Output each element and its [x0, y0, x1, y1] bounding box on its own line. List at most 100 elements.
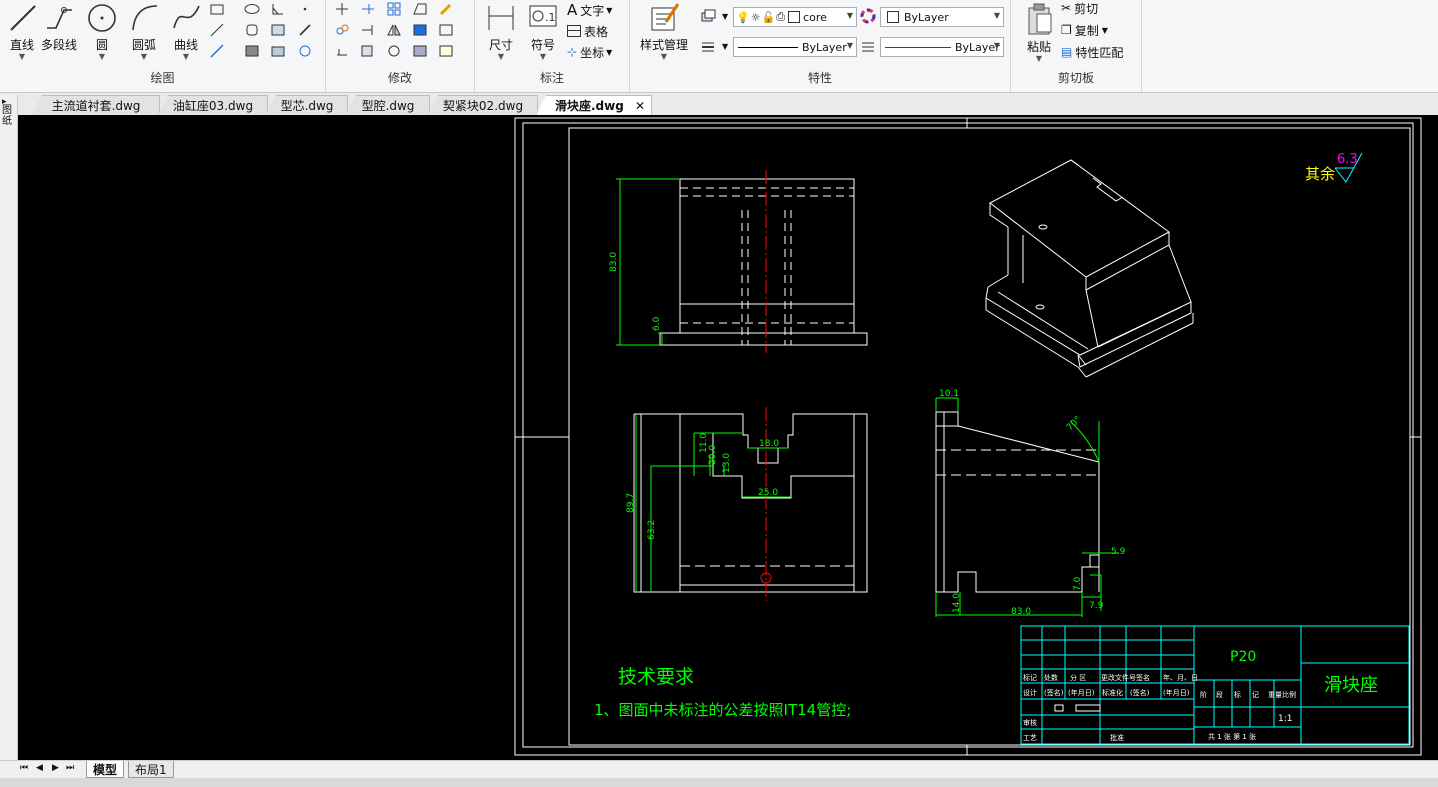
doc-tab[interactable]: 契紧块02.dwg [428, 95, 538, 115]
next-layout-icon[interactable]: ▶ [52, 763, 59, 773]
tb-r1-0: 标记 [1023, 673, 1037, 682]
modify-group-label: 修改 [387, 71, 412, 85]
scissors-icon: ✂ [1061, 1, 1072, 15]
tb-r1-1: 处数 [1044, 673, 1058, 682]
circle-button[interactable]: 圆 ▼ [80, 2, 124, 64]
boundary-icon[interactable] [268, 42, 288, 60]
ellipse-icon[interactable] [242, 0, 262, 18]
tb-r1-3: 更改文件号 [1101, 673, 1136, 682]
layer-combo[interactable]: 💡 ☼ 🔓 ⎙ core ▼ [733, 7, 857, 27]
linetype-combo[interactable]: ByLayer ▼ [733, 37, 857, 57]
front-view [659, 178, 868, 346]
layout-tab-bar: ⏮ ◀ ▶ ⏭ 模型 布局1 [0, 760, 1438, 779]
revcloud-icon[interactable] [295, 42, 315, 60]
lineweight-combo[interactable]: ByLayer ▼ [880, 37, 1004, 57]
wipeout-icon[interactable] [268, 21, 288, 39]
clipboard-icon [1028, 3, 1052, 35]
dim-front-height: 83.0 [609, 252, 619, 272]
properties-group: 样式管理 ▼ ▼ ▼ 💡 ☼ 🔓 ⎙ core ▼ ByLayer ▼ ByLa… [630, 0, 1011, 92]
ray-icon[interactable] [207, 42, 227, 60]
sun-icon: ☼ [750, 10, 761, 24]
last-layout-icon[interactable]: ⏭ [66, 763, 74, 773]
chevron-down-icon: ▼ [182, 52, 190, 61]
doc-tab-label: 滑块座.dwg [555, 99, 624, 113]
table-button[interactable]: 表格 [567, 21, 608, 41]
dim-slot-top: 18.0 [759, 439, 779, 449]
chevron-down-icon: ▼ [993, 41, 1000, 50]
first-layout-icon[interactable]: ⏮ [20, 763, 28, 773]
copy-object-icon[interactable] [332, 21, 352, 39]
style-manager-button[interactable]: 样式管理 ▼ [636, 2, 692, 64]
dim-angle: 70° [1065, 415, 1083, 433]
coordinate-button[interactable]: ⊹ 坐标 ▼ [567, 42, 612, 62]
layer-name: core [803, 10, 827, 24]
lineweight-list-icon[interactable] [698, 37, 718, 55]
mirror-icon[interactable] [384, 21, 404, 39]
color-wheel-icon[interactable] [858, 7, 878, 25]
array-icon[interactable] [384, 0, 404, 18]
text-button[interactable]: A 文字 ▼ [567, 0, 612, 20]
extend-icon[interactable] [358, 21, 378, 39]
layout-tab-model[interactable]: 模型 [86, 761, 125, 778]
region-icon[interactable] [242, 21, 262, 39]
close-icon[interactable]: ✕ [635, 99, 645, 113]
move-icon[interactable] [332, 0, 352, 18]
trim-icon[interactable] [358, 0, 378, 18]
cut-label: 剪切 [1074, 1, 1099, 16]
pick-icon[interactable] [295, 21, 315, 39]
brush-icon: ▤ [1061, 45, 1073, 59]
hatch-icon[interactable] [242, 42, 262, 60]
front-dims [616, 178, 680, 346]
clipboard-group: 粘贴 ▼ ✂ 剪切 ❐ 复制 ▼ ▤ 特性匹配 剪切板 [1011, 0, 1142, 92]
rotate-icon[interactable] [332, 42, 352, 60]
tb-stage-5: 比例 [1282, 690, 1296, 699]
drawing-canvas[interactable]: 83.0 6.0 89.7 63.2 11.0 20.0 13.0 18.0 2… [18, 115, 1438, 760]
offset-icon[interactable] [410, 21, 430, 39]
color-combo[interactable]: ByLayer ▼ [880, 7, 1004, 27]
prev-layout-icon[interactable]: ◀ [36, 763, 43, 773]
doc-tab[interactable]: 型腔.dwg [346, 95, 430, 115]
rectangle-icon[interactable] [207, 0, 227, 18]
properties-edit-icon[interactable] [436, 42, 456, 60]
doc-tab-label: 契紧块02.dwg [442, 99, 524, 113]
left-panel-label[interactable]: 图纸 [2, 105, 14, 127]
symbol-label: 符号 [530, 38, 555, 52]
layer-states-icon[interactable] [698, 7, 718, 25]
dim-right-v: 7.0 [1073, 576, 1083, 591]
tb-r2-4: (签名) [1130, 688, 1150, 697]
tb-stage-2: 标 [1234, 690, 1241, 699]
doc-tab-active[interactable]: 滑块座.dwg ✕ [536, 95, 652, 115]
tb-sheets: 共 1 张 第 1 张 [1208, 732, 1256, 741]
point-icon[interactable] [295, 0, 315, 18]
doc-tab[interactable]: 油缸座03.dwg [158, 95, 268, 115]
cut-button[interactable]: ✂ 剪切 [1061, 0, 1098, 18]
tb-r2-2: (年月日) [1068, 688, 1095, 697]
tb-stage-4: 重量 [1268, 691, 1282, 699]
style-manager-icon [651, 3, 680, 31]
construction-line-icon[interactable] [207, 21, 227, 39]
tb-r1-4: 签名 [1136, 673, 1150, 682]
circle-rotate-icon[interactable] [384, 42, 404, 60]
polyline-button[interactable]: 多段线 [38, 2, 80, 64]
match-properties-button[interactable]: ▤ 特性匹配 [1061, 42, 1123, 62]
edit-pen-icon[interactable] [436, 0, 456, 18]
doc-tab[interactable]: 主流道衬套.dwg [32, 95, 160, 115]
chamfer-icon[interactable] [268, 0, 288, 18]
layout-tab-layout1[interactable]: 布局1 [128, 761, 174, 778]
doc-tab[interactable]: 型芯.dwg [266, 95, 348, 115]
stretch-icon[interactable] [410, 0, 430, 18]
svg-text:.1: .1 [545, 11, 556, 24]
copy-button[interactable]: ❐ 复制 ▼ [1061, 20, 1108, 40]
lineweight-icon[interactable] [858, 37, 878, 55]
dim-top-width: 10.1 [939, 389, 959, 399]
symbol-button[interactable]: .1 符号 ▼ [521, 2, 565, 64]
dimension-button[interactable]: 尺寸 ▼ [479, 2, 523, 64]
explode-icon[interactable] [410, 42, 430, 60]
paste-button[interactable]: 粘贴 ▼ [1017, 2, 1061, 64]
layout-tab-label: 布局1 [135, 762, 167, 777]
curve-button[interactable]: 曲线 ▼ [164, 2, 208, 64]
region-edit-icon[interactable] [436, 21, 456, 39]
arc-button[interactable]: 圆弧 ▼ [122, 2, 166, 64]
arc-icon [132, 5, 158, 31]
fillet-icon[interactable] [358, 42, 378, 60]
